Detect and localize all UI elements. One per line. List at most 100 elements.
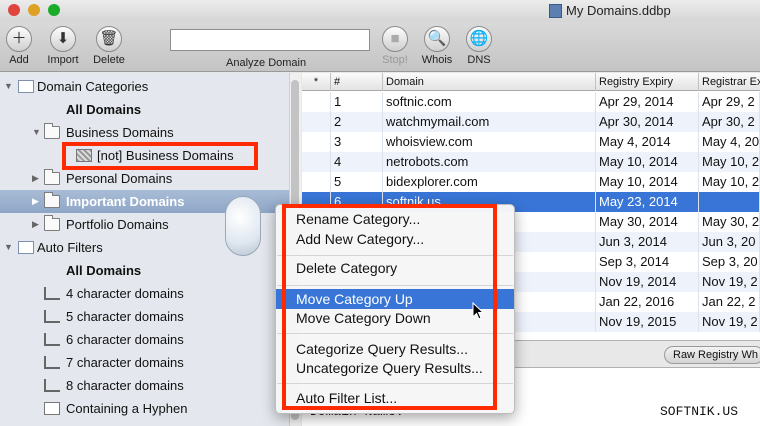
sidebar-item-5-character-domains[interactable]: 5 character domains [0,305,289,328]
gear-icon [44,402,60,415]
sidebar-label: 6 character domains [66,332,184,347]
plus-icon: ＋ [6,26,32,52]
sidebar-item-7-character-domains[interactable]: 7 character domains [0,351,289,374]
cursor-arrow-icon [472,302,484,320]
stop-button[interactable]: ■ Stop! [372,26,418,66]
cell-registry-expiry: May 10, 2014 [596,152,699,172]
table-row[interactable]: 3 whoisview.com May 4, 2014 May 4, 20 [302,132,760,152]
sidebar-label: Personal Domains [66,171,173,186]
cell-registrar-expiry: Sep 3, 20 [699,252,760,272]
analyze-domain-input[interactable] [170,29,370,51]
dns-button[interactable]: 🌐 DNS [456,26,502,66]
close-window-button[interactable] [8,4,20,16]
sidebar-label: 4 character domains [66,286,184,301]
cell-number: 5 [331,172,383,192]
delete-label: Delete [93,54,125,66]
column-header-domain[interactable]: Domain [383,73,596,91]
sidebar-label: Important Domains [66,194,185,209]
cell-registrar-expiry: May 4, 20 [699,132,760,152]
table-row[interactable]: 2 watchmymail.com Apr 30, 2014 Apr 30, 2 [302,112,760,132]
sidebar-label: Portfolio Domains [66,217,169,232]
cell-star [302,132,331,152]
sidebar-item-8-character-domains[interactable]: 8 character domains [0,374,289,397]
mouse-icon [225,196,261,256]
disclosure-open-icon[interactable]: ▼ [4,236,13,259]
category-group-icon [18,80,34,93]
add-label: Add [9,54,29,66]
cell-registrar-expiry: May 10, 2 [699,152,760,172]
column-header-registry-expiry[interactable]: Registry Expiry [596,73,699,91]
raw-registry-whois-tab[interactable]: Raw Registry Wh [664,346,760,364]
cell-registrar-expiry: Apr 30, 2 [699,112,760,132]
cell-registry-expiry: Apr 30, 2014 [596,112,699,132]
disclosure-closed-icon[interactable]: ▶ [32,167,39,190]
cell-registrar-expiry [699,192,760,212]
sidebar-label: All Domains [66,102,142,117]
sidebar-label: 7 character domains [66,355,184,370]
zoom-window-button[interactable] [48,4,60,16]
cell-registry-expiry: Apr 29, 2014 [596,92,699,112]
cell-registrar-expiry: Nov 19, 2 [699,272,760,292]
cell-registrar-expiry: Jun 3, 20 [699,232,760,252]
delete-button[interactable]: 🗑 Delete [86,26,132,66]
cell-domain: watchmymail.com [383,112,596,132]
sidebar-item-containing-hyphen[interactable]: Containing a Hyphen [0,397,289,420]
disclosure-open-icon[interactable]: ▼ [32,121,41,144]
annotation-highlight-box [282,204,497,410]
cell-domain: softnic.com [383,92,596,112]
import-button[interactable]: ⬇ Import [40,26,86,66]
table-row[interactable]: 5 bidexplorer.com May 10, 2014 May 10, 2 [302,172,760,192]
sidebar-label: 8 character domains [66,378,184,393]
disclosure-closed-icon[interactable]: ▶ [32,190,39,213]
sidebar-item-auto-all-domains[interactable]: All Domains [0,259,289,282]
table-row[interactable]: 4 netrobots.com May 10, 2014 May 10, 2 [302,152,760,172]
cell-star [302,172,331,192]
download-arrow-icon: ⬇ [50,26,76,52]
sidebar-item-business-domains[interactable]: ▼ Business Domains [0,121,289,144]
column-header-registrar-expiry[interactable]: Registrar Ex [699,73,760,91]
trash-icon: 🗑 [96,26,122,52]
cell-number: 4 [331,152,383,172]
stop-icon: ■ [382,26,408,52]
disclosure-open-icon[interactable]: ▼ [4,75,13,98]
ruler-icon [44,333,60,346]
cell-registry-expiry: Nov 19, 2015 [596,312,699,332]
cell-registrar-expiry: May 10, 2 [699,172,760,192]
sidebar-item-all-domains[interactable]: All Domains [0,98,289,121]
folder-icon [44,192,60,208]
cell-star [302,92,331,112]
cell-registry-expiry: May 10, 2014 [596,172,699,192]
cell-registrar-expiry: Apr 29, 2 [699,92,760,112]
cell-registrar-expiry: May 30, 2 [699,212,760,232]
sidebar-label: 5 character domains [66,309,184,324]
sidebar-item-4-character-domains[interactable]: 4 character domains [0,282,289,305]
globe-icon: 🌐 [466,26,492,52]
whois-button[interactable]: 🔍 Whois [414,26,460,66]
ruler-icon [44,356,60,369]
sidebar-label: Business Domains [66,125,174,140]
cell-registry-expiry: May 30, 2014 [596,212,699,232]
ruler-icon [44,310,60,323]
sidebar-item-6-character-domains[interactable]: 6 character domains [0,328,289,351]
minimize-window-button[interactable] [28,4,40,16]
column-header-star[interactable]: * [302,73,331,91]
cell-domain: bidexplorer.com [383,172,596,192]
column-header-number[interactable]: # [331,73,383,91]
sidebar-label: Auto Filters [37,240,103,255]
cell-domain: netrobots.com [383,152,596,172]
cell-star [302,112,331,132]
analyze-domain-label: Analyze Domain [226,57,307,69]
folder-icon [44,123,60,139]
cell-number: 2 [331,112,383,132]
add-button[interactable]: ＋ Add [0,26,42,66]
cell-registry-expiry: Jun 3, 2014 [596,232,699,252]
table-header: * # Domain Registry Expiry Registrar Ex [302,73,760,91]
title-bar: My Domains.ddbp [0,0,760,22]
sidebar-group-domain-categories[interactable]: ▼ Domain Categories [0,75,289,98]
auto-filter-group-icon [18,241,34,254]
sidebar-item-personal-domains[interactable]: ▶ Personal Domains [0,167,289,190]
disclosure-closed-icon[interactable]: ▶ [32,213,39,236]
table-row[interactable]: 1 softnic.com Apr 29, 2014 Apr 29, 2 [302,92,760,112]
sidebar-label: Containing a Hyphen [66,401,188,416]
cell-star [302,152,331,172]
